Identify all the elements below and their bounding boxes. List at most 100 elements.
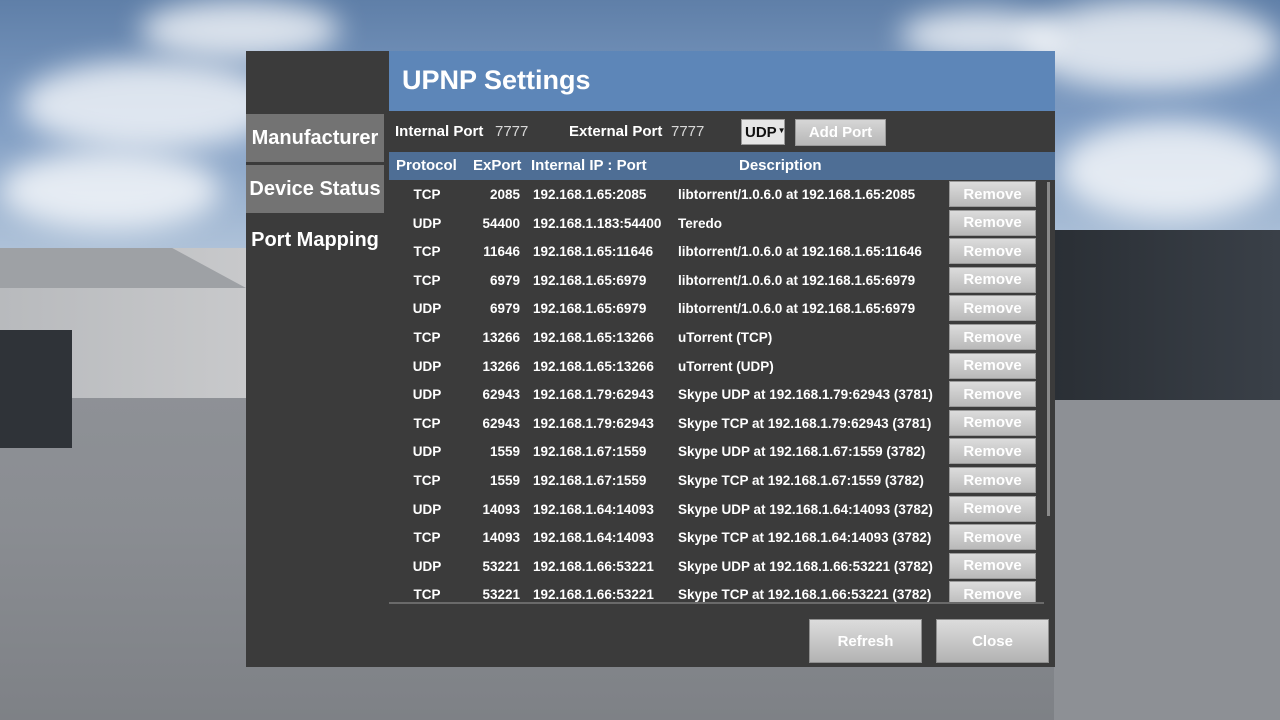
- cell-internal-ip-port: 192.168.1.65:11646: [533, 244, 654, 260]
- cell-export: 62943: [482, 387, 520, 403]
- remove-button[interactable]: Remove: [949, 438, 1036, 465]
- cell-protocol: TCP: [413, 330, 441, 345]
- cell-protocol: UDP: [412, 358, 442, 374]
- header-protocol: Protocol: [396, 157, 457, 174]
- cell-export: 62943: [482, 415, 520, 431]
- remove-button[interactable]: Remove: [949, 524, 1036, 551]
- cell-internal-ip-port: 192.168.1.65:6979: [533, 301, 647, 317]
- cell-export: 6979: [489, 272, 520, 288]
- external-port-label: External Port: [569, 123, 663, 140]
- remove-button[interactable]: Remove: [949, 409, 1036, 436]
- internal-port-label: Internal Port: [395, 123, 484, 140]
- remove-button[interactable]: Remove: [949, 238, 1036, 265]
- header-description: Description: [739, 157, 822, 174]
- cell-description: Skype TCP at 192.168.1.79:62943 (3781): [678, 415, 932, 431]
- table-row: UDP 13266 192.168.1.65:13266 uTorrent (UDP)…: [389, 352, 1049, 381]
- cell-export: 53221: [482, 558, 520, 574]
- cell-internal-ip-port: 192.168.1.66:53221: [533, 587, 654, 603]
- cell-protocol: TCP: [413, 187, 441, 202]
- chevron-down-icon: ▼: [777, 126, 786, 135]
- cell-internal-ip-port: 192.168.1.79:62943: [533, 387, 654, 403]
- cell-export: 2085: [489, 187, 520, 202]
- tab-port-mapping[interactable]: Port Mapping: [246, 216, 384, 264]
- dark-block: [0, 330, 72, 448]
- cell-protocol: TCP: [413, 530, 441, 546]
- tab-device-status[interactable]: Device Status: [246, 165, 384, 213]
- add-port-button[interactable]: Add Port: [795, 119, 886, 146]
- horizontal-scrollbar[interactable]: [389, 602, 1044, 604]
- remove-button[interactable]: Remove: [949, 552, 1036, 579]
- cloud: [0, 150, 220, 230]
- title-bar: UPNP Settings: [389, 51, 1055, 111]
- cell-protocol: UDP: [412, 301, 442, 317]
- cell-protocol: TCP: [413, 272, 441, 288]
- cell-description: uTorrent (UDP): [678, 358, 774, 374]
- cell-protocol: UDP: [412, 558, 442, 574]
- remove-button[interactable]: Remove: [949, 209, 1036, 236]
- remove-button[interactable]: Remove: [949, 581, 1036, 604]
- cell-export: 1559: [489, 444, 520, 460]
- remove-button[interactable]: Remove: [949, 266, 1036, 293]
- table-row: UDP 54400 192.168.1.183:54400 Teredo Remove: [389, 209, 1049, 238]
- cell-description: Skype UDP at 192.168.1.79:62943 (3781): [678, 387, 933, 403]
- cell-export: 13266: [482, 358, 520, 374]
- remove-button[interactable]: Remove: [949, 352, 1036, 379]
- header-export: ExPort: [473, 157, 522, 174]
- cloud: [20, 60, 280, 150]
- cell-description: Teredo: [678, 215, 723, 231]
- cell-protocol: TCP: [413, 244, 441, 260]
- cell-description: Skype TCP at 192.168.1.66:53221 (3782): [678, 587, 932, 603]
- protocol-selected-value: UDP: [745, 123, 777, 141]
- cell-description: uTorrent (TCP): [678, 330, 773, 345]
- cell-export: 1559: [489, 473, 520, 488]
- table-row: TCP 53221 192.168.1.66:53221 Skype TCP at 1…: [389, 580, 1049, 604]
- table-row: UDP 14093 192.168.1.64:14093 Skype UDP at 1…: [389, 495, 1049, 524]
- cell-internal-ip-port: 192.168.1.65:6979: [533, 272, 647, 288]
- remove-button[interactable]: Remove: [949, 495, 1036, 522]
- tab-label: Port Mapping: [251, 228, 379, 251]
- dialog-title: UPNP Settings: [402, 65, 591, 95]
- cell-description: Skype UDP at 192.168.1.64:14093 (3782): [678, 501, 933, 517]
- cell-internal-ip-port: 192.168.1.64:14093: [533, 530, 654, 546]
- table-row: UDP 6979 192.168.1.65:6979 libtorrent/1.0.6…: [389, 294, 1049, 323]
- cell-internal-ip-port: 192.168.1.79:62943: [533, 415, 654, 431]
- table-row: UDP 1559 192.168.1.67:1559 Skype UDP at 192…: [389, 437, 1049, 466]
- cell-description: libtorrent/1.0.6.0 at 192.168.1.65:6979: [678, 301, 916, 317]
- table-row: TCP 13266 192.168.1.65:13266 uTorrent (TCP)…: [389, 323, 1049, 352]
- cell-export: 14093: [482, 501, 520, 517]
- port-mapping-list: TCP 2085 192.168.1.65:2085 libtorrent/1.0.6…: [389, 180, 1055, 604]
- tab-manufacturer[interactable]: Manufacturer: [246, 114, 384, 162]
- cell-internal-ip-port: 192.168.1.67:1559: [533, 473, 647, 488]
- cell-description: Skype UDP at 192.168.1.66:53221 (3782): [678, 558, 933, 574]
- table-row: TCP 6979 192.168.1.65:6979 libtorrent/1.0.6…: [389, 266, 1049, 295]
- cell-description: Skype TCP at 192.168.1.64:14093 (3782): [678, 530, 932, 546]
- table-header: Protocol ExPort Internal IP : Port Descr…: [389, 152, 1055, 180]
- table-row: TCP 1559 192.168.1.67:1559 Skype TCP at 192…: [389, 466, 1049, 495]
- cell-internal-ip-port: 192.168.1.65:13266: [533, 358, 654, 374]
- cell-export: 54400: [482, 215, 520, 231]
- remove-button[interactable]: Remove: [949, 324, 1036, 350]
- internal-port-input[interactable]: 7777: [495, 123, 528, 140]
- table-row: UDP 53221 192.168.1.66:53221 Skype UDP at 1…: [389, 552, 1049, 581]
- cell-internal-ip-port: 192.168.1.67:1559: [533, 444, 647, 460]
- cell-protocol: UDP: [412, 387, 442, 403]
- close-button[interactable]: Close: [936, 619, 1049, 663]
- external-port-input[interactable]: 7777: [671, 123, 704, 140]
- cell-protocol: TCP: [413, 587, 441, 603]
- cloud: [1060, 120, 1280, 220]
- remove-button[interactable]: Remove: [949, 181, 1036, 207]
- table-row: TCP 14093 192.168.1.64:14093 Skype TCP at 1…: [389, 523, 1049, 552]
- cell-export: 14093: [482, 530, 520, 546]
- refresh-button[interactable]: Refresh: [809, 619, 922, 663]
- remove-button[interactable]: Remove: [949, 295, 1036, 322]
- cell-internal-ip-port: 192.168.1.66:53221: [533, 558, 654, 574]
- cell-description: Skype UDP at 192.168.1.67:1559 (3782): [678, 444, 926, 460]
- ground-floor-right: [1054, 400, 1280, 720]
- cell-protocol: UDP: [412, 501, 442, 517]
- header-internal-ip-port: Internal IP : Port: [531, 157, 647, 174]
- remove-button[interactable]: Remove: [949, 381, 1036, 408]
- protocol-dropdown[interactable]: UDP ▼: [741, 119, 786, 145]
- dark-wall: [1054, 230, 1280, 410]
- vertical-scrollbar-thumb[interactable]: [1047, 182, 1050, 516]
- remove-button[interactable]: Remove: [949, 467, 1036, 493]
